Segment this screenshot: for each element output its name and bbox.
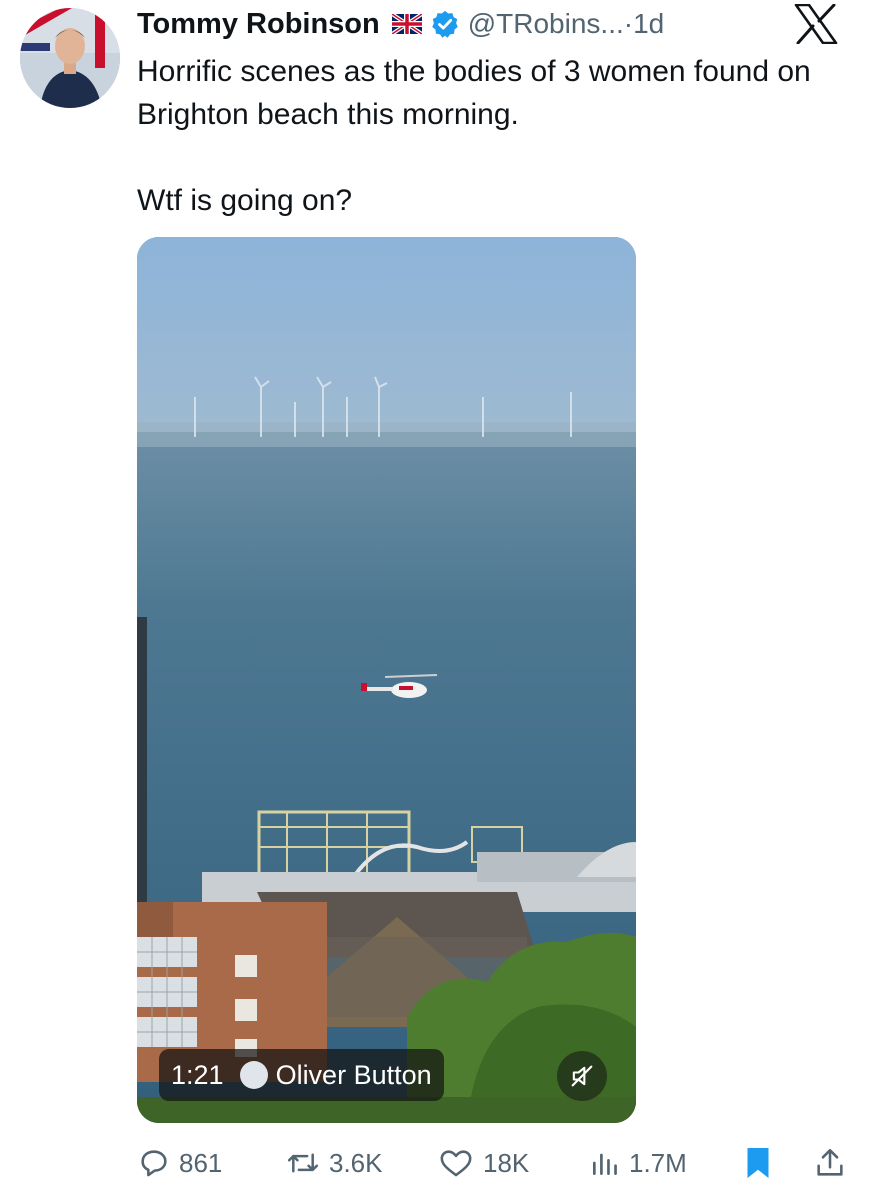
views-chart-icon xyxy=(593,1153,617,1175)
views-button[interactable]: 1.7M xyxy=(589,1140,687,1186)
video-creator-name[interactable]: Oliver Button xyxy=(276,1060,432,1091)
muted-speaker-icon xyxy=(571,1065,593,1087)
uk-flag-icon xyxy=(390,12,423,36)
author-handle[interactable]: @TRobins...·1d xyxy=(468,8,665,40)
video-frame xyxy=(137,237,636,1123)
heart-icon xyxy=(440,1150,472,1177)
video-player[interactable]: 1:21 Oliver Button xyxy=(137,237,636,1123)
author-name[interactable]: Tommy Robinson xyxy=(137,8,380,41)
tweet-text-line: Wtf is going on? xyxy=(137,184,353,217)
bookmark-icon xyxy=(747,1148,769,1178)
like-button[interactable]: 18K xyxy=(437,1140,529,1186)
views-count: 1.7M xyxy=(629,1147,687,1178)
reply-button[interactable]: 861 xyxy=(137,1140,222,1186)
tweet-text-line: Horrific scenes as the bodies of 3 women… xyxy=(137,55,811,131)
mute-button[interactable] xyxy=(557,1051,607,1101)
reply-icon xyxy=(141,1150,167,1177)
like-count: 18K xyxy=(483,1147,530,1178)
video-info-pill: 1:21 Oliver Button xyxy=(159,1049,444,1101)
avatar-image xyxy=(20,8,120,108)
share-button[interactable] xyxy=(813,1140,847,1186)
x-logo-icon xyxy=(794,3,838,45)
time-separator: · xyxy=(623,8,634,39)
handle-text: @TRobins... xyxy=(467,8,624,39)
bookmark-button[interactable] xyxy=(743,1140,773,1186)
creator-avatar xyxy=(239,1061,268,1089)
repost-icon xyxy=(287,1153,319,1173)
tweet-action-bar: 861 3.6K 18K 1.7M xyxy=(137,1140,857,1186)
author-avatar[interactable] xyxy=(20,8,120,108)
verified-badge-icon[interactable] xyxy=(430,9,460,39)
tweet-time[interactable]: 1d xyxy=(633,8,664,39)
video-duration: 1:21 xyxy=(171,1059,224,1090)
reply-count: 861 xyxy=(179,1147,223,1178)
repost-button[interactable]: 3.6K xyxy=(285,1140,383,1186)
repost-count: 3.6K xyxy=(329,1147,383,1178)
share-icon xyxy=(817,1148,843,1176)
tweet-text: Horrific scenes as the bodies of 3 women… xyxy=(137,50,857,222)
tweet-header: Tommy Robinson @TRobins...·1d xyxy=(137,2,664,46)
